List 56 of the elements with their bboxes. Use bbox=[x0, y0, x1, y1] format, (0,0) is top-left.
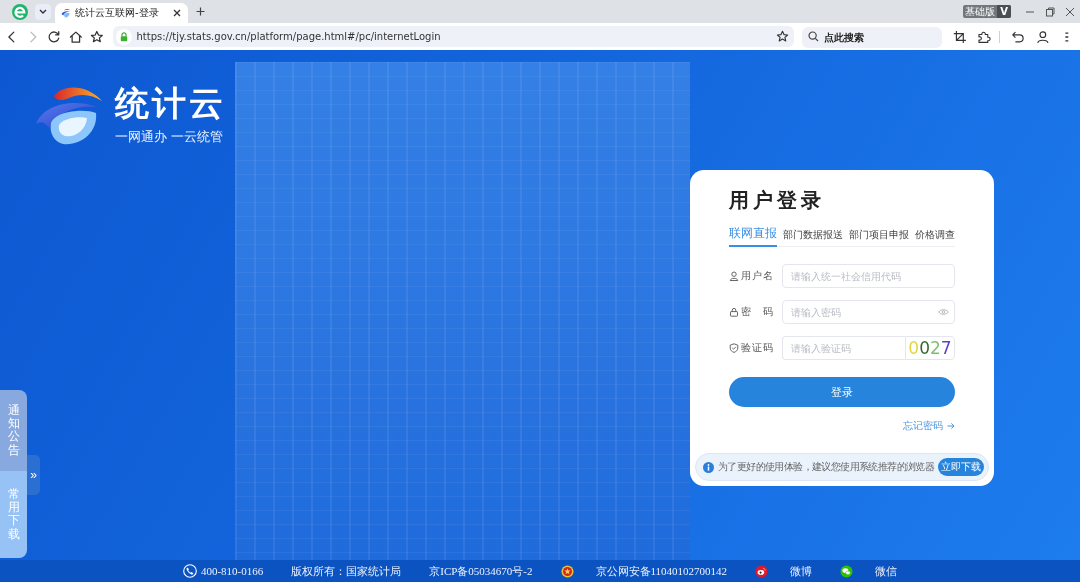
user-icon bbox=[729, 271, 739, 281]
reload-icon[interactable] bbox=[47, 29, 62, 44]
vip-mark: V bbox=[997, 5, 1011, 18]
edition-label: 基础版 bbox=[964, 5, 997, 18]
undo-icon[interactable] bbox=[1010, 29, 1025, 44]
puzzle-icon[interactable] bbox=[977, 29, 991, 44]
field-label: 用户名 bbox=[741, 269, 774, 283]
wechat-icon bbox=[840, 564, 854, 578]
browser-logo-icon[interactable] bbox=[12, 3, 28, 20]
weibo-icon bbox=[755, 564, 769, 578]
search-field[interactable]: 点此搜索 bbox=[801, 27, 942, 48]
brand-name: 统计云 bbox=[115, 83, 226, 123]
tab-list-button[interactable] bbox=[35, 3, 51, 20]
favicon-icon bbox=[61, 8, 71, 18]
police-record-number: 京公网安备11040102700142 bbox=[595, 563, 728, 579]
close-icon[interactable] bbox=[173, 9, 181, 17]
field-label: 验证码 bbox=[741, 341, 774, 355]
police-emblem-icon bbox=[560, 564, 574, 578]
shield-icon bbox=[729, 343, 739, 353]
star-icon[interactable] bbox=[775, 30, 789, 43]
lock-icon bbox=[115, 28, 132, 45]
footer-text: 京ICP备05034670号-2 bbox=[429, 563, 533, 579]
login-tab[interactable]: 部门项目申报 bbox=[849, 228, 909, 247]
footer-text: 版权所有：国家统计局 bbox=[291, 563, 402, 579]
phone-number: 400-810-0166 bbox=[200, 565, 264, 577]
password-field[interactable]: 请输入密码 bbox=[782, 300, 955, 324]
new-tab-plus-icon[interactable] bbox=[196, 7, 205, 16]
restore-icon[interactable] bbox=[1045, 6, 1055, 17]
browser-tab[interactable]: 统计云互联网-登录 bbox=[55, 3, 188, 23]
user-icon[interactable] bbox=[1035, 29, 1050, 44]
search-icon bbox=[807, 31, 819, 42]
wechat-link[interactable]: 微信 bbox=[875, 563, 898, 579]
info-icon bbox=[703, 461, 714, 473]
address-field[interactable]: https://tjy.stats.gov.cn/platform/page.html#/pc/internetLogin bbox=[112, 26, 794, 47]
url-text: https://tjy.stats.gov.cn/platform/page.html#/pc/internetLogin bbox=[136, 31, 442, 42]
home-icon[interactable] bbox=[68, 29, 83, 44]
weibo-link[interactable]: 微博 bbox=[790, 563, 813, 579]
lock-icon bbox=[729, 307, 739, 317]
caret-icon bbox=[39, 9, 47, 14]
close-icon[interactable] bbox=[1065, 6, 1075, 17]
login-tab[interactable]: 联网直报 bbox=[729, 226, 777, 247]
star-icon[interactable] bbox=[89, 29, 104, 44]
login-title: 用户登录 bbox=[729, 188, 826, 212]
phone-icon bbox=[182, 564, 197, 578]
expand-toggle[interactable]: » bbox=[27, 455, 40, 495]
edition-badge[interactable]: 基础版 V bbox=[963, 5, 1011, 18]
notice-text: 为了更好的使用体验，建议您使用系统推荐的浏览器 bbox=[718, 460, 935, 474]
download-button[interactable]: 立即下载 bbox=[938, 458, 985, 476]
crop-icon[interactable] bbox=[952, 29, 967, 44]
captcha-input-field[interactable]: 请输入验证码 bbox=[782, 336, 905, 360]
login-tab[interactable]: 部门数据报送 bbox=[783, 228, 843, 247]
field-label: 密 码 bbox=[741, 305, 774, 319]
login-tab[interactable]: 价格调查 bbox=[915, 228, 955, 247]
arrow-right-icon bbox=[947, 422, 955, 430]
login-button[interactable]: 登录 bbox=[729, 377, 955, 407]
brand-slogan: 一网通办 一云统管 bbox=[115, 129, 224, 145]
